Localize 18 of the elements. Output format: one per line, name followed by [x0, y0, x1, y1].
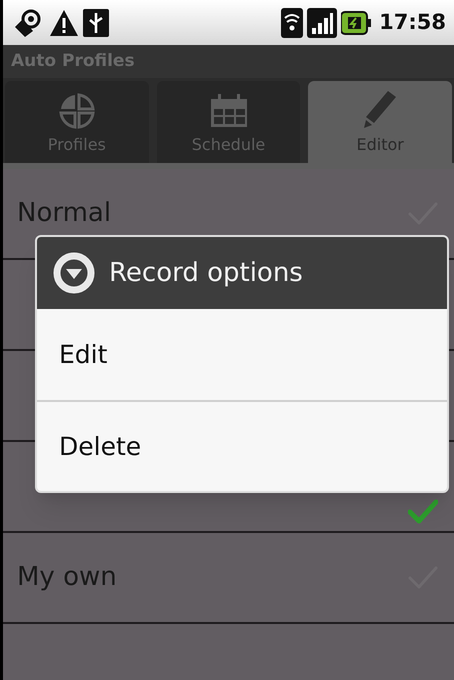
warning-icon — [49, 8, 79, 36]
usb-icon — [83, 8, 109, 36]
checkmark-icon[interactable] — [408, 499, 438, 525]
profile-name: My own — [17, 562, 117, 592]
profile-name: Normal — [17, 198, 112, 228]
menu-item[interactable]: Delete — [37, 400, 447, 491]
wifi-icon — [281, 8, 304, 38]
battery-charging-icon — [341, 10, 372, 36]
pencil-icon — [362, 89, 398, 129]
clock-time: 17:58 — [379, 8, 446, 36]
tab[interactable]: Schedule — [156, 81, 300, 163]
pie-chart-icon — [58, 93, 95, 129]
signal-icon — [307, 8, 338, 38]
tab[interactable]: Profiles — [5, 81, 149, 163]
calendar-icon — [208, 93, 248, 129]
menu-item[interactable]: Edit — [37, 309, 447, 400]
dialog-title: Record options — [109, 256, 303, 290]
dropdown-circle-icon — [53, 252, 95, 294]
